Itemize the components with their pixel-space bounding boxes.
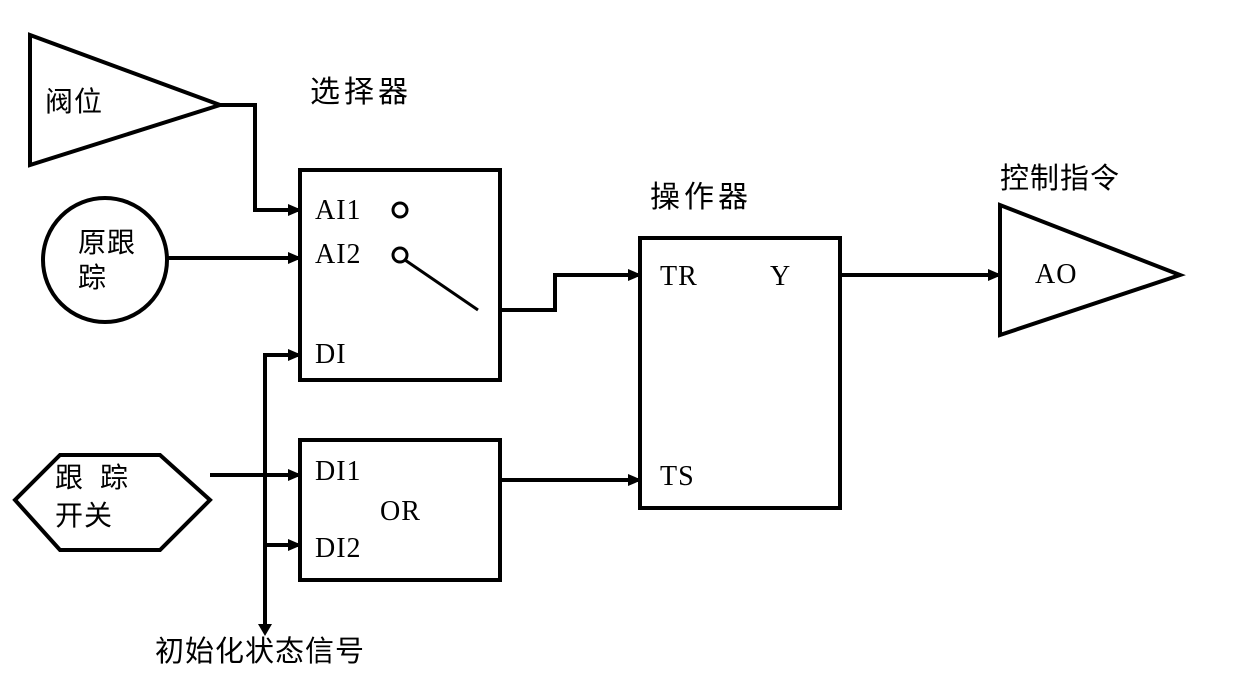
control-command-title: 控制指令 [1000,162,1120,197]
origtrack-line2: 踪 [78,262,107,296]
operator-y-label: Y [770,260,791,294]
origtrack-line1: 原跟 [78,227,136,261]
selector-ai2-label: AI2 [315,238,362,272]
conn-selector-to-operator [500,275,640,310]
or-di1-label: DI1 [315,455,362,489]
diagram-stage: 阀位 选择器 原跟 踪 跟 踪 开关 AI1 AI2 DI DI1 OR DI2… [0,0,1240,691]
trackswitch-line1: 跟 踪 [55,462,129,496]
operator-title: 操作器 [650,180,752,216]
trackswitch-line2: 开关 [55,500,113,534]
selector-wiper [405,260,478,310]
selector-ai2-node [393,248,407,262]
operator-ts-label: TS [660,460,695,494]
valve-position-label: 阀位 [45,86,103,120]
selector-title: 选择器 [310,75,412,111]
or-op-label: OR [380,495,421,529]
control-command-block [1000,205,1180,335]
selector-ai1-node [393,203,407,217]
operator-tr-label: TR [660,260,698,294]
conn-init-to-selector-di [265,355,300,630]
diagram-svg [0,0,1240,691]
ao-label: AO [1035,258,1077,292]
selector-di-label: DI [315,338,347,372]
selector-ai1-label: AI1 [315,194,362,228]
or-di2-label: DI2 [315,532,362,566]
init-state-label: 初始化状态信号 [155,635,365,670]
conn-valve-to-selector [220,105,300,210]
